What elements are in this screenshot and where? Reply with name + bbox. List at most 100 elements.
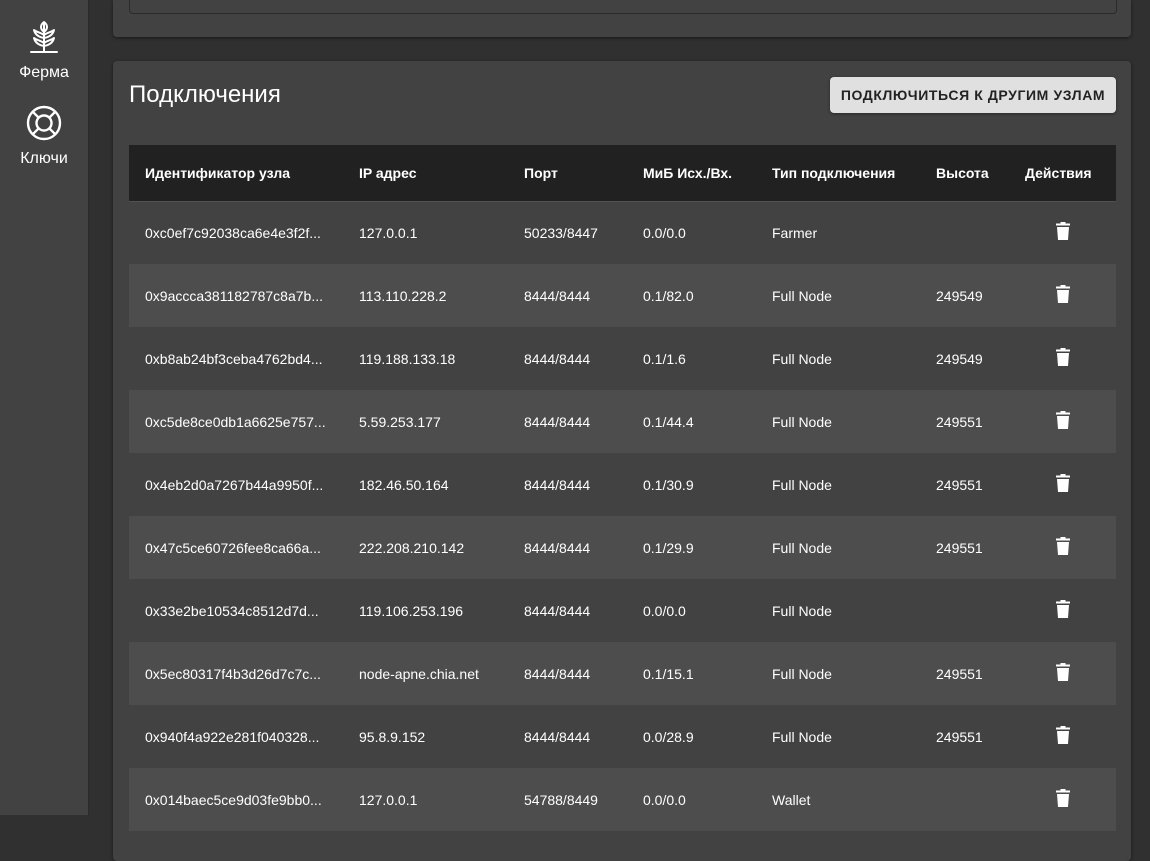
height-cell: 249551	[936, 539, 983, 556]
delete-connection-button[interactable]	[1055, 789, 1070, 810]
trash-icon	[1055, 537, 1070, 555]
delete-connection-button[interactable]	[1055, 411, 1070, 432]
column-header-port: Порт	[508, 145, 627, 202]
delete-connection-button[interactable]	[1055, 285, 1070, 306]
actions-cell	[1009, 327, 1116, 390]
height-cell: 249551	[936, 728, 983, 745]
connection-type-cell: Wallet	[772, 791, 811, 808]
connection-type-cell: Full Node	[772, 665, 832, 682]
column-header-ip: IP адрес	[343, 145, 508, 202]
table-row: 0xb8ab24bf3ceba4762bd4... 119.188.133.18…	[129, 327, 1116, 390]
seedling-icon	[27, 18, 61, 61]
mib-cell: 0.1/15.1	[643, 665, 694, 682]
column-header-node-id: Идентификатор узла	[129, 145, 343, 202]
connect-to-other-nodes-button[interactable]: ПОДКЛЮЧИТЬСЯ К ДРУГИМ УЗЛАМ	[830, 77, 1116, 113]
delete-connection-button[interactable]	[1055, 726, 1070, 747]
node-id-cell: 0x47c5ce60726fee8ca66a...	[145, 539, 321, 556]
trash-icon	[1055, 600, 1070, 618]
connection-type-cell: Full Node	[772, 350, 832, 367]
node-id-cell: 0x9accca381182787c8a7b...	[145, 287, 323, 304]
delete-connection-button[interactable]	[1055, 474, 1070, 495]
ip-cell: 113.110.228.2	[359, 287, 447, 304]
connection-type-cell: Farmer	[772, 224, 818, 241]
connections-card: Подключения ПОДКЛЮЧИТЬСЯ К ДРУГИМ УЗЛАМ …	[113, 61, 1131, 861]
actions-cell	[1009, 579, 1116, 642]
actions-cell	[1009, 390, 1116, 453]
trash-icon	[1055, 789, 1070, 807]
actions-cell	[1009, 705, 1116, 768]
connection-type-cell: Full Node	[772, 413, 832, 430]
ip-cell: 222.208.210.142	[359, 539, 465, 556]
port-cell: 8444/8444	[524, 350, 591, 367]
node-id-cell: 0x4eb2d0a7267b44a9950f...	[145, 476, 324, 493]
delete-connection-button[interactable]	[1055, 537, 1070, 558]
ip-cell: 5.59.253.177	[359, 413, 441, 430]
table-row: 0xc5de8ce0db1a6625e757... 5.59.253.177 8…	[129, 390, 1116, 453]
port-cell: 54788/8449	[524, 791, 598, 808]
table-row: 0x014baec5ce9d03fe9bb0... 127.0.0.1 5478…	[129, 768, 1116, 831]
height-cell: 249551	[936, 665, 983, 682]
node-id-cell: 0x940f4a922e281f040328...	[145, 728, 320, 745]
ip-cell: 127.0.0.1	[359, 224, 418, 241]
sidebar-item-label: Ферма	[19, 64, 69, 81]
mib-cell: 0.0/0.0	[643, 791, 686, 808]
port-cell: 8444/8444	[524, 539, 591, 556]
trash-icon	[1055, 348, 1070, 366]
mib-cell: 0.1/44.4	[643, 413, 694, 430]
sidebar-item-farm[interactable]: Ферма	[0, 18, 88, 82]
actions-cell	[1009, 768, 1116, 831]
height-cell	[920, 579, 1009, 642]
height-cell	[920, 201, 1009, 264]
ip-cell: 182.46.50.164	[359, 476, 449, 493]
trash-icon	[1055, 474, 1070, 492]
delete-connection-button[interactable]	[1055, 348, 1070, 369]
mib-cell: 0.0/0.0	[643, 602, 686, 619]
actions-cell	[1009, 642, 1116, 705]
trash-icon	[1055, 663, 1070, 681]
actions-cell	[1009, 201, 1116, 264]
table-row: 0x5ec80317f4b3d26d7c7c... node-apne.chia…	[129, 642, 1116, 705]
port-cell: 50233/8447	[524, 224, 598, 241]
ip-cell: 95.8.9.152	[359, 728, 426, 745]
node-id-cell: 0xb8ab24bf3ceba4762bd4...	[145, 350, 323, 367]
height-cell: 249551	[936, 476, 983, 493]
table-row: 0xc0ef7c92038ca6e4e3f2f... 127.0.0.1 502…	[129, 201, 1116, 264]
mib-cell: 0.1/1.6	[643, 350, 686, 367]
column-header-actions: Действия	[1009, 145, 1116, 202]
connection-type-cell: Full Node	[772, 287, 832, 304]
connection-type-cell: Full Node	[772, 602, 832, 619]
port-cell: 8444/8444	[524, 728, 591, 745]
ip-cell: 119.106.253.196	[359, 602, 464, 619]
node-id-cell: 0x014baec5ce9d03fe9bb0...	[145, 791, 322, 808]
table-row: 0x9accca381182787c8a7b... 113.110.228.2 …	[129, 264, 1116, 327]
mib-cell: 0.0/28.9	[643, 728, 694, 745]
mib-cell: 0.1/82.0	[643, 287, 694, 304]
height-cell: 249549	[936, 350, 983, 367]
table-row: 0x47c5ce60726fee8ca66a... 222.208.210.14…	[129, 516, 1116, 579]
connection-type-cell: Full Node	[772, 539, 832, 556]
delete-connection-button[interactable]	[1055, 663, 1070, 684]
port-cell: 8444/8444	[524, 665, 591, 682]
connection-type-cell: Full Node	[772, 728, 832, 745]
port-cell: 8444/8444	[524, 413, 591, 430]
ip-cell: 127.0.0.1	[359, 791, 418, 808]
column-header-connection-type: Тип подключения	[756, 145, 920, 202]
sidebar-item-label: Ключи	[20, 150, 68, 167]
height-cell: 249551	[936, 413, 983, 430]
actions-cell	[1009, 264, 1116, 327]
delete-connection-button[interactable]	[1055, 222, 1070, 243]
previous-card	[113, 0, 1131, 37]
delete-connection-button[interactable]	[1055, 600, 1070, 621]
trash-icon	[1055, 222, 1070, 241]
mib-cell: 0.0/0.0	[643, 224, 686, 241]
column-header-mib: МиБ Исх./Вх.	[627, 145, 756, 202]
node-id-cell: 0xc0ef7c92038ca6e4e3f2f...	[145, 224, 321, 241]
ip-cell: node-apne.chia.net	[359, 665, 479, 682]
node-id-cell: 0x33e2be10534c8512d7d...	[145, 602, 319, 619]
port-cell: 8444/8444	[524, 287, 591, 304]
mib-cell: 0.1/29.9	[643, 539, 694, 556]
trash-icon	[1055, 285, 1070, 303]
sidebar-item-keys[interactable]: Ключи	[0, 104, 88, 168]
mib-cell: 0.1/30.9	[643, 476, 694, 493]
table-header-row: Идентификатор узла IP адрес Порт МиБ Исх…	[129, 145, 1116, 202]
